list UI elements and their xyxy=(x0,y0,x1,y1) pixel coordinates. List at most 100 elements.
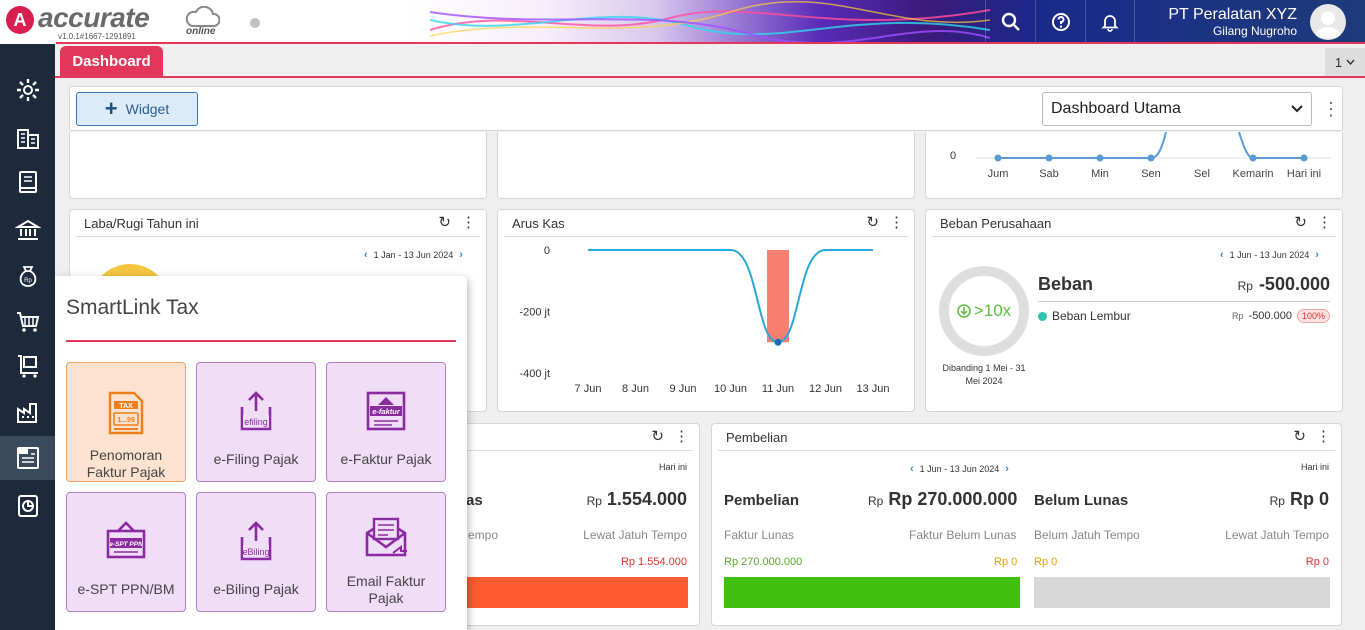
sidebar-item-settings[interactable] xyxy=(0,68,55,112)
widget-card-top-3: 0 Jum Sab Min Sen Sel Kemarin Hari ini xyxy=(925,132,1343,199)
next-period-chevron[interactable]: › xyxy=(1315,249,1319,261)
arus-kas-xtick: 10 Jun xyxy=(714,383,747,395)
prev-period-chevron[interactable]: ‹ xyxy=(910,463,914,475)
notification-button[interactable] xyxy=(1085,0,1135,44)
help-button[interactable] xyxy=(1035,0,1085,44)
beban-compare: Dibanding 1 Mei - 31 Mei 2024 xyxy=(942,363,1026,386)
prev-period-chevron[interactable]: ‹ xyxy=(364,249,368,261)
dashboard-toolbar: + Widget Dashboard Utama ⋮ xyxy=(69,86,1343,131)
tab-count: 1 xyxy=(1334,54,1343,70)
ebiling-icon: eBiling xyxy=(240,521,272,561)
penjualan-col-header: Lewat Jatuh Tempo xyxy=(583,528,687,542)
search-button[interactable] xyxy=(985,0,1035,44)
pembelian-paid-bar xyxy=(724,577,1020,608)
sidebar-item-bank[interactable] xyxy=(0,208,55,252)
top-chart-day-label: Kemarin xyxy=(1233,168,1274,180)
refresh-icon[interactable]: ↻ xyxy=(1293,427,1306,445)
tile-label: e-Filing Pajak xyxy=(213,451,299,467)
pembelian-period: Hari ini xyxy=(1300,462,1329,472)
toolbar-more-icon[interactable]: ⋮ xyxy=(1322,97,1340,121)
report-chart-icon xyxy=(17,495,38,517)
currency-label: Rp xyxy=(1232,311,1244,321)
penjualan-overdue-value: Rp 1.554.000 xyxy=(620,556,687,568)
sidebar-item-inventory[interactable] xyxy=(0,344,55,388)
sidebar-item-sales[interactable]: Rp xyxy=(0,254,55,298)
beban-title: Beban Perusahaan xyxy=(940,216,1052,231)
refresh-icon[interactable]: ↻ xyxy=(438,213,451,231)
beban-ratio-ring: >10x xyxy=(939,266,1029,356)
beban-label: Beban xyxy=(1038,274,1094,294)
sidebar-item-ledger[interactable] xyxy=(0,160,55,204)
penjualan-total: Rp 1.554.000 xyxy=(587,489,687,510)
logo-text: accurate xyxy=(38,2,150,33)
tile-email-faktur-pajak[interactable]: Email Faktur Pajak xyxy=(326,492,446,612)
refresh-icon[interactable]: ↻ xyxy=(1294,213,1307,231)
top-chart-point xyxy=(1045,154,1053,162)
arus-kas-xtick: 13 Jun xyxy=(856,383,889,395)
pembelian-total: Rp Rp 270.000.000 xyxy=(868,489,1017,510)
avatar[interactable] xyxy=(1310,4,1346,40)
next-period-chevron[interactable]: › xyxy=(459,249,463,261)
espt-icon: e-SPT PPN xyxy=(106,521,146,559)
efaktur-icon-text: e-faktur xyxy=(372,407,401,416)
top-line-chart: Jum Sab Min Sen Sel Kemarin Hari ini xyxy=(976,132,1331,180)
arus-kas-chart: 0 -200 jt -400 jt 7 Jun 8 Jun 9 Jun 10 Jun 11 J… xyxy=(519,245,889,395)
top-chart-point xyxy=(1300,154,1308,162)
more-icon[interactable]: ⋮ xyxy=(674,427,689,445)
tile-penomoran-faktur-pajak[interactable]: TAX 1...99 Penomoran Faktur Pajak xyxy=(66,362,186,482)
email-invoice-icon xyxy=(365,517,407,557)
tax-icon-sub: 1...99 xyxy=(117,417,135,424)
pembelian-daterange: ‹ 1 Jun - 13 Jun 2024 › xyxy=(910,463,1009,475)
header-wave-graphic xyxy=(430,0,990,44)
beban-divider xyxy=(1038,301,1330,302)
pembelian-unpaid-label: Belum Lunas xyxy=(1034,492,1129,509)
tab-underline xyxy=(55,76,1365,78)
top-chart-point xyxy=(994,154,1002,162)
sidebar-item-company[interactable] xyxy=(0,116,55,160)
dashboard-select[interactable]: Dashboard Utama xyxy=(1042,92,1312,126)
sidebar-item-purchase[interactable] xyxy=(0,300,55,344)
add-widget-button[interactable]: + Widget xyxy=(76,92,198,126)
next-period-chevron[interactable]: › xyxy=(1005,463,1009,475)
money-bag-icon: Rp xyxy=(19,266,36,287)
cloud-icon xyxy=(185,6,220,27)
building-icon xyxy=(16,129,39,149)
pembelian-not-due-value: Rp 0 xyxy=(1034,556,1058,568)
sidebar-item-reports[interactable] xyxy=(0,484,55,528)
help-icon xyxy=(1051,13,1070,31)
more-icon[interactable]: ⋮ xyxy=(461,213,476,231)
more-icon[interactable]: ⋮ xyxy=(1317,213,1332,231)
tile-e-biling-pajak[interactable]: eBiling e-Biling Pajak xyxy=(196,492,316,612)
prev-period-chevron[interactable]: ‹ xyxy=(1220,249,1224,261)
tab-count-dropdown[interactable]: 1 xyxy=(1325,48,1365,76)
card-header-divider xyxy=(932,236,1336,237)
tile-e-faktur-pajak[interactable]: e-faktur e-Faktur Pajak xyxy=(326,362,446,482)
gear-icon xyxy=(16,79,39,101)
widget-arus-kas: Arus Kas ↻ ⋮ 0 -200 jt -400 jt 7 Jun 8 Jun 9 J… xyxy=(497,209,915,412)
more-icon[interactable]: ⋮ xyxy=(1316,427,1331,445)
user-name: Gilang Nugroho xyxy=(1212,24,1297,38)
more-icon[interactable]: ⋮ xyxy=(889,213,904,231)
arus-kas-xtick: 11 Jun xyxy=(762,383,794,395)
sidebar-item-assets[interactable] xyxy=(0,390,55,434)
top-chart-day-label: Sab xyxy=(1039,168,1059,180)
efiling-icon-text: efiling xyxy=(244,417,268,427)
top-chart-day-label: Min xyxy=(1091,168,1109,180)
accurate-logo[interactable]: A accurate online v1.0.1#1667-1291891 xyxy=(6,2,220,41)
tab-dashboard[interactable]: Dashboard xyxy=(60,46,163,77)
company-info[interactable]: PT Peralatan XYZ Gilang Nugroho xyxy=(1144,6,1297,38)
espt-icon-text: e-SPT PPN xyxy=(109,541,143,548)
tab-row xyxy=(55,44,1365,78)
chevron-down-icon xyxy=(1346,59,1355,65)
tile-label: e-Faktur Pajak xyxy=(340,451,432,467)
currency-label: Rp xyxy=(1237,279,1253,293)
refresh-icon[interactable]: ↻ xyxy=(866,213,879,231)
widget-pembelian: Pembelian ↻ ⋮ ‹ 1 Jun - 13 Jun 2024 › Har… xyxy=(711,423,1342,626)
sidebar-item-tax[interactable] xyxy=(0,436,55,480)
inventory-cart-icon xyxy=(17,355,38,378)
tile-e-filing-pajak[interactable]: efiling e-Filing Pajak xyxy=(196,362,316,482)
refresh-icon[interactable]: ↻ xyxy=(651,427,664,445)
tile-e-spt-ppn-bm[interactable]: e-SPT PPN e-SPT PPN/BM xyxy=(66,492,186,612)
app-version: v1.0.1#1667-1291891 xyxy=(58,32,136,41)
legend-dot xyxy=(1038,311,1047,321)
